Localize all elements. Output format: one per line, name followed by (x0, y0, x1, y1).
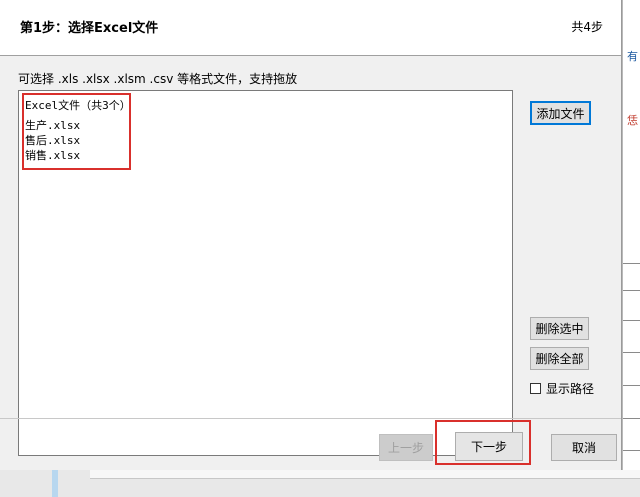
file-list-item[interactable]: 生产.xlsx (25, 117, 80, 133)
show-path-checkbox[interactable] (530, 383, 541, 394)
file-list-item[interactable]: 销售.xlsx (25, 147, 80, 163)
background-text: 恁 (627, 114, 638, 127)
step-title: 第1步：选择Excel文件 (20, 21, 159, 36)
next-step-button[interactable]: 下一步 (455, 432, 523, 461)
background-divider (623, 385, 640, 386)
file-list-heading: Excel文件（共3个） (25, 99, 131, 112)
background-divider (623, 290, 640, 291)
file-list-item[interactable]: 售后.xlsx (25, 132, 80, 148)
background-accent-bar (52, 470, 58, 497)
background-divider (623, 418, 640, 419)
background-text: 有 (627, 50, 638, 63)
wizard-header: 第1步：选择Excel文件 共4步 (0, 0, 621, 56)
background-panel (90, 470, 640, 479)
delete-all-button[interactable]: 删除全部 (530, 347, 589, 370)
previous-step-button[interactable]: 上一步 (379, 434, 433, 461)
step-count: 共4步 (571, 20, 603, 34)
background-window: 有 恁 (622, 0, 640, 497)
file-list-box[interactable]: Excel文件（共3个） 生产.xlsx 售后.xlsx 销售.xlsx (18, 90, 513, 456)
show-path-label: 显示路径 (546, 382, 595, 396)
delete-selected-button[interactable]: 删除选中 (530, 317, 589, 340)
show-path-option[interactable]: 显示路径 (530, 380, 594, 397)
footer-divider (0, 418, 621, 419)
background-divider (623, 263, 640, 264)
background-divider (623, 320, 640, 321)
background-divider (623, 352, 640, 353)
import-wizard-dialog: 第1步：选择Excel文件 共4步 可选择 .xls .xlsx .xlsm .… (0, 0, 622, 470)
file-format-hint: 可选择 .xls .xlsx .xlsm .csv 等格式文件，支持拖放 (18, 72, 298, 86)
background-divider (623, 450, 640, 451)
cancel-button[interactable]: 取消 (551, 434, 617, 461)
background-taskbar-area (0, 470, 640, 497)
add-file-button[interactable]: 添加文件 (530, 101, 591, 125)
